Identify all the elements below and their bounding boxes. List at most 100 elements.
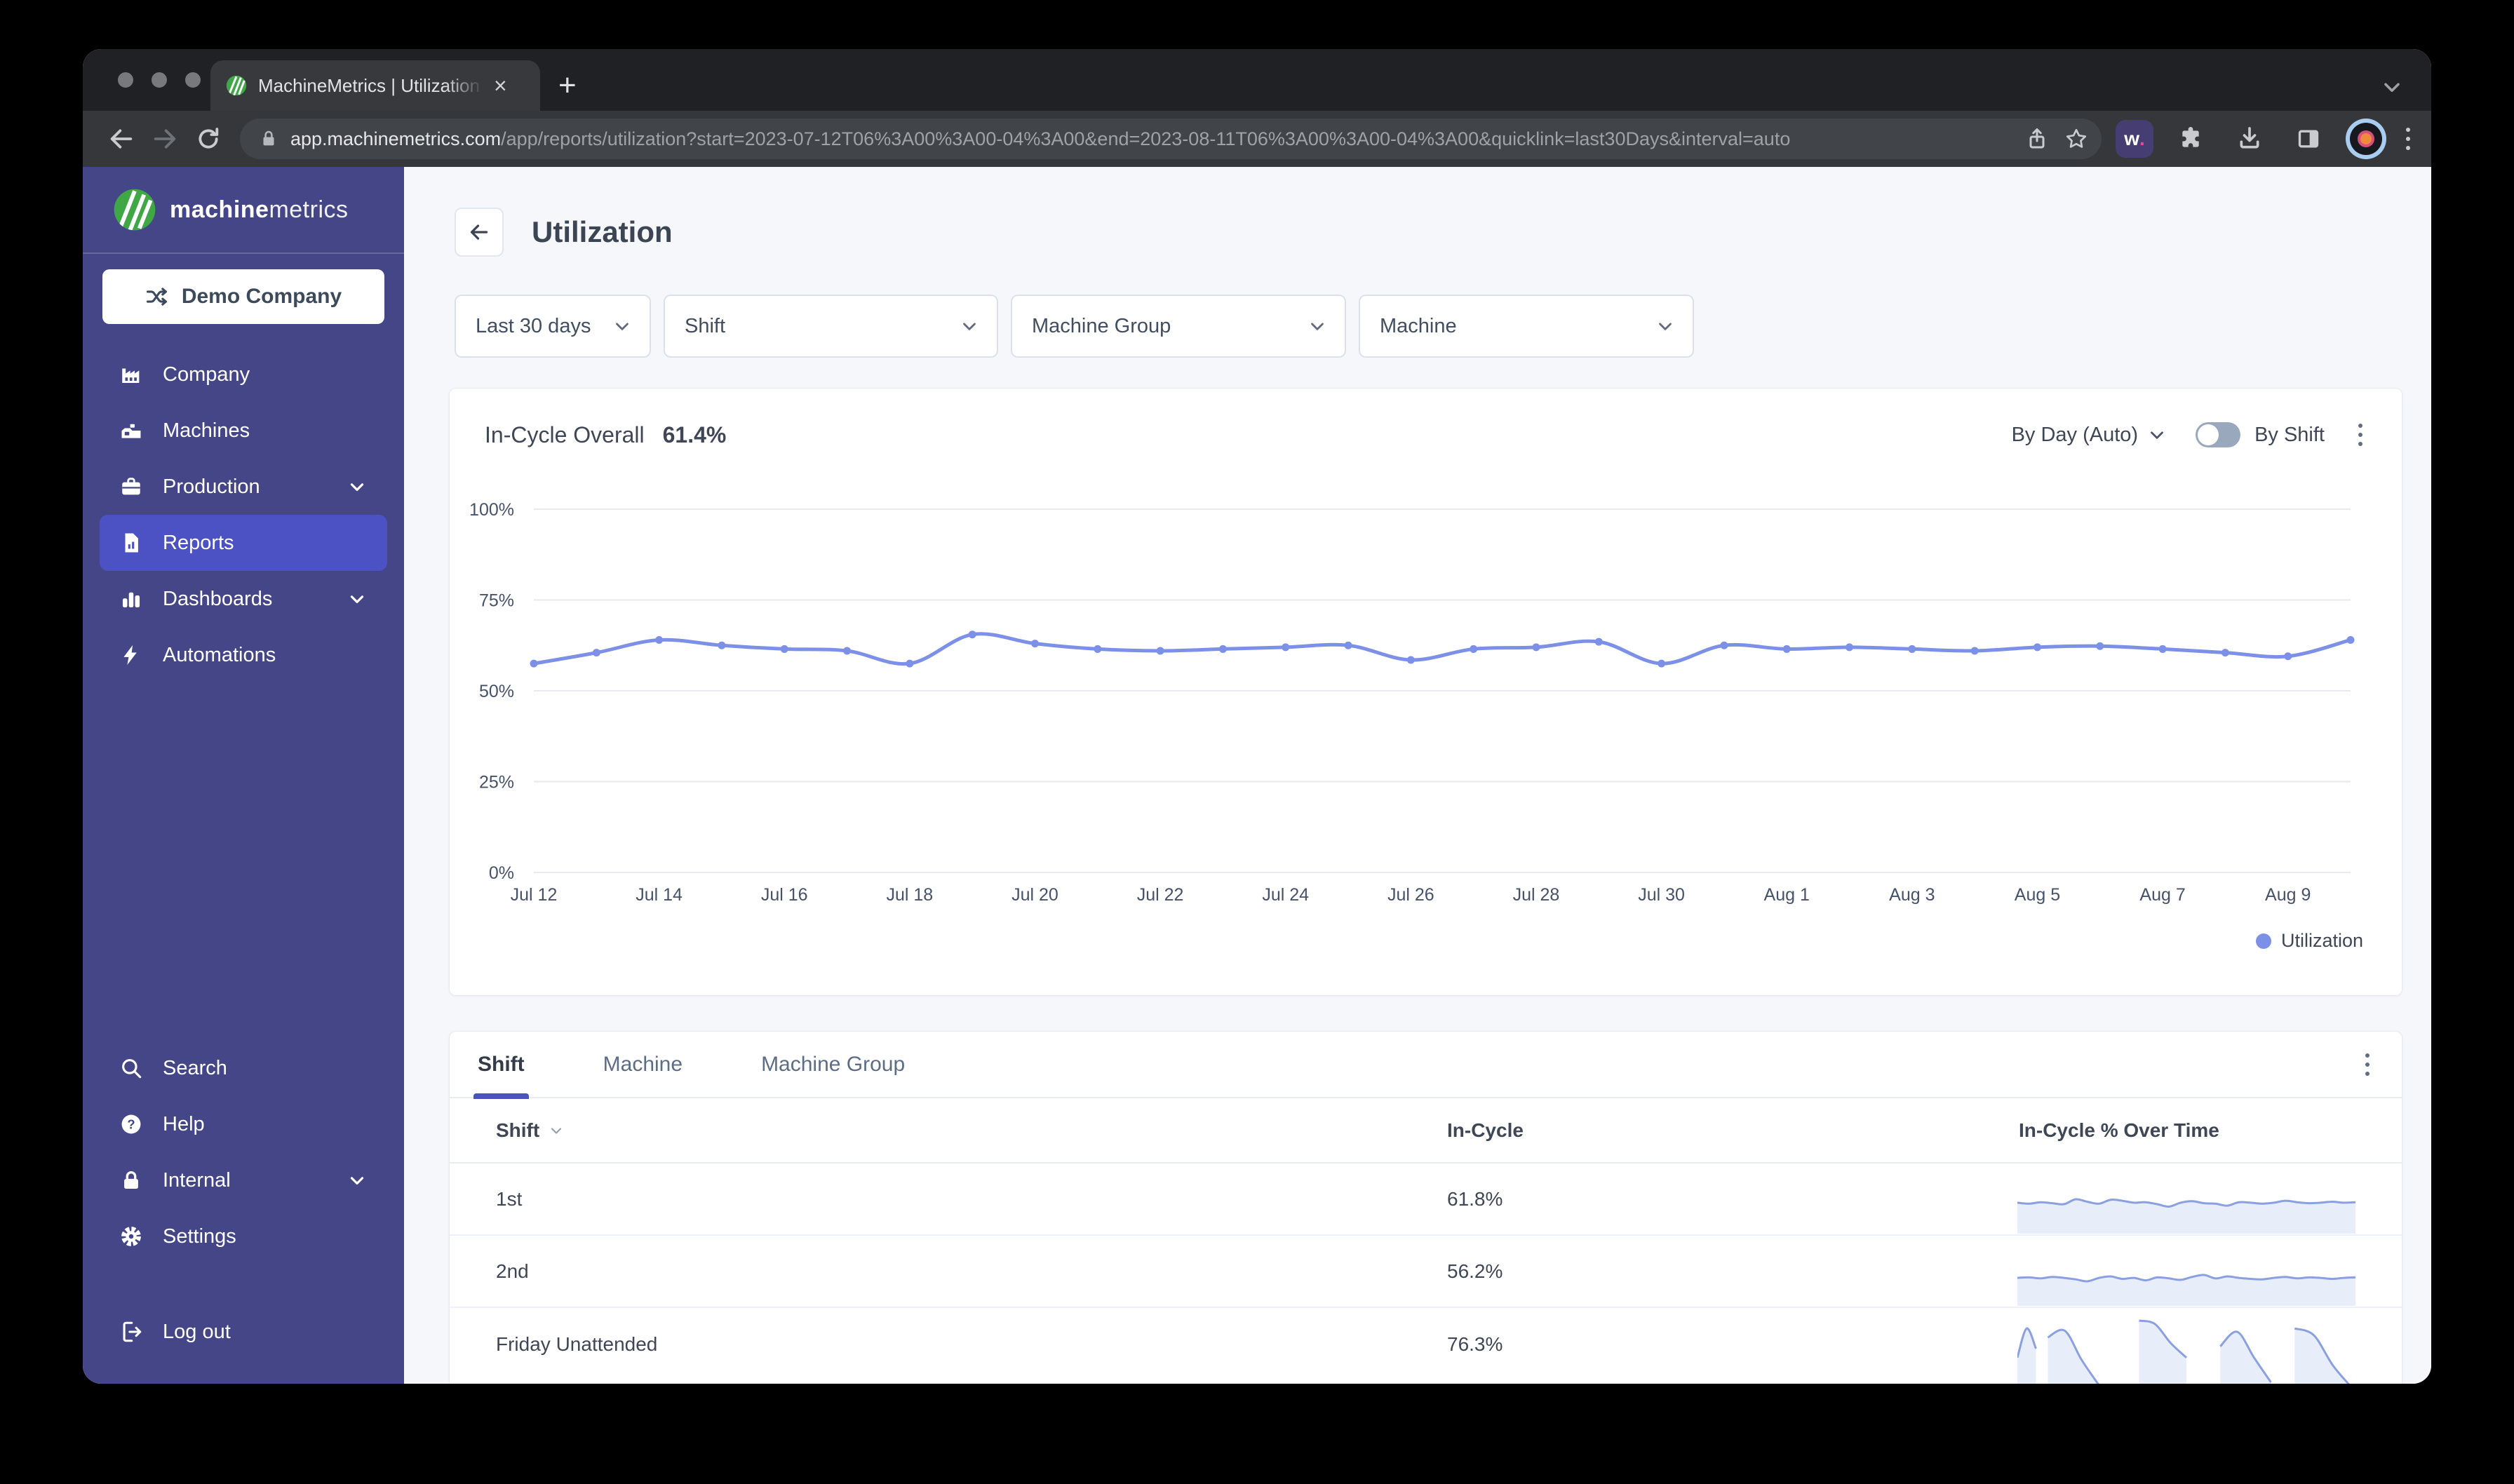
bookmark-star-button[interactable] xyxy=(2064,126,2089,151)
browser-menu-icon[interactable] xyxy=(2402,123,2414,154)
sidebar-item-help[interactable]: ? Help xyxy=(100,1096,387,1152)
shift-name: 1st xyxy=(496,1187,523,1210)
sidebar-item-label: Settings xyxy=(163,1225,236,1248)
table-row[interactable]: 2nd 56.2% xyxy=(450,1236,2402,1308)
table-header-row: Shift In-Cycle In-Cycle % Over Time xyxy=(450,1098,2402,1163)
tab-machine[interactable]: Machine xyxy=(603,1031,683,1098)
in-cycle-value: 56.2% xyxy=(1447,1260,1503,1282)
arrow-left-icon xyxy=(470,224,488,240)
interval-selector[interactable]: By Day (Auto) xyxy=(2012,424,2168,447)
tab-machine-group[interactable]: Machine Group xyxy=(761,1031,905,1098)
extensions-puzzle-icon[interactable] xyxy=(2169,117,2212,161)
back-button[interactable] xyxy=(100,117,143,161)
new-tab-button[interactable]: + xyxy=(558,70,577,101)
svg-text:Jul 18: Jul 18 xyxy=(887,885,934,905)
sidebar-item-label: Reports xyxy=(163,531,234,554)
w-extension-icon[interactable]: w. xyxy=(2116,120,2153,158)
sidebar-item-machines[interactable]: Machines xyxy=(100,403,387,459)
reload-button[interactable] xyxy=(187,117,230,161)
gear-icon xyxy=(121,1227,141,1246)
tab-shift[interactable]: Shift xyxy=(473,1031,529,1099)
browser-tab[interactable]: MachineMetrics | Utilization Re × xyxy=(210,60,540,111)
chevron-down-icon xyxy=(350,595,364,603)
sidebar-item-settings[interactable]: Settings xyxy=(100,1208,387,1264)
toolbar-extensions: w. xyxy=(2116,117,2414,161)
chart-title: In-Cycle Overall xyxy=(485,421,645,447)
chevron-down-icon xyxy=(350,1177,364,1185)
column-header-in-cycle-over-time[interactable]: In-Cycle % Over Time xyxy=(2019,1119,2219,1142)
column-header-in-cycle[interactable]: In-Cycle xyxy=(1447,1119,1524,1142)
column-header-shift[interactable]: Shift xyxy=(496,1119,565,1142)
table-row[interactable]: Friday Unattended 76.3% xyxy=(450,1308,2402,1384)
machinemetrics-logo-icon xyxy=(114,189,156,231)
svg-text:Aug 3: Aug 3 xyxy=(1889,885,1935,905)
sidebar-item-label: Log out xyxy=(163,1320,231,1343)
minimize-window-button[interactable] xyxy=(152,72,167,88)
sidebar-item-label: Help xyxy=(163,1112,205,1135)
chart-legend: Utilization xyxy=(2255,930,2363,952)
browser-toolbar: app.machinemetrics.com/app/reports/utili… xyxy=(83,111,2431,167)
chevron-down-icon xyxy=(2151,431,2163,439)
search-icon xyxy=(122,1059,142,1079)
share-button[interactable] xyxy=(2024,126,2050,151)
utilization-chart: 0% 25% 50% 75% 100% Jul 12 Jul 14 Jul 16 Jul 18 J… xyxy=(469,500,2355,905)
sidebar-item-logout[interactable]: Log out xyxy=(100,1304,387,1360)
sidebar-item-production[interactable]: Production xyxy=(100,459,387,515)
chevron-down-icon xyxy=(1311,323,1324,330)
close-tab-button[interactable]: × xyxy=(494,74,507,97)
svg-text:25%: 25% xyxy=(479,773,514,792)
zoom-window-button[interactable] xyxy=(185,72,201,88)
lock-icon xyxy=(124,1171,138,1189)
svg-text:Jul 20: Jul 20 xyxy=(1011,885,1058,905)
company-switcher-label: Demo Company xyxy=(181,285,342,308)
table-menu-icon[interactable] xyxy=(2361,1049,2374,1080)
shift-filter-dropdown[interactable]: Shift xyxy=(664,295,998,358)
sidebar-item-internal[interactable]: Internal xyxy=(100,1152,387,1208)
sidebar-divider xyxy=(83,252,404,254)
sidebar-item-dashboards[interactable]: Dashboards xyxy=(100,571,387,627)
sidebar-item-label: Search xyxy=(163,1056,227,1079)
table-row[interactable]: 1st 61.8% xyxy=(450,1163,2402,1236)
url-domain: app.machinemetrics.com xyxy=(290,128,502,149)
tab-search-chevron-icon[interactable] xyxy=(2379,74,2405,100)
svg-text:75%: 75% xyxy=(479,591,514,611)
sidebar: machinemetrics Demo Company Company Mach… xyxy=(83,167,404,1384)
breakdown-table-card: Shift Machine Machine Group Shift In-Cyc… xyxy=(449,1031,2402,1384)
sidebar-item-reports[interactable]: Reports xyxy=(100,515,387,571)
window-controls[interactable] xyxy=(118,72,201,88)
chevron-down-icon xyxy=(616,323,628,330)
sparkline-chart xyxy=(2017,1198,2355,1234)
browser-profile-avatar[interactable] xyxy=(2346,119,2386,159)
company-switcher-button[interactable]: Demo Company xyxy=(102,269,384,324)
machine-filter-dropdown[interactable]: Machine xyxy=(1359,295,1694,358)
lightning-bolt-icon xyxy=(123,645,137,666)
side-panel-icon[interactable] xyxy=(2287,117,2330,161)
svg-text:Jul 22: Jul 22 xyxy=(1137,885,1184,905)
svg-text:Jul 12: Jul 12 xyxy=(511,885,558,905)
svg-text:Jul 24: Jul 24 xyxy=(1262,885,1309,905)
svg-text:100%: 100% xyxy=(469,500,514,520)
date-range-dropdown[interactable]: Last 30 days xyxy=(455,295,651,358)
chart-menu-icon[interactable] xyxy=(2354,419,2367,450)
svg-text:50%: 50% xyxy=(479,682,514,701)
table-tabs: Shift Machine Machine Group xyxy=(450,1031,2402,1099)
sidebar-item-automations[interactable]: Automations xyxy=(100,627,387,683)
machine-group-filter-dropdown[interactable]: Machine Group xyxy=(1011,295,1346,358)
brand-text: machinemetrics xyxy=(170,196,349,223)
chevron-down-icon xyxy=(963,323,976,330)
production-box-icon xyxy=(122,478,140,495)
page-title: Utilization xyxy=(532,215,673,248)
main-content: Utilization Last 30 days Shift Machine G… xyxy=(404,167,2431,1384)
close-window-button[interactable] xyxy=(118,72,133,88)
page-back-button[interactable] xyxy=(455,208,504,257)
browser-tab-strip: MachineMetrics | Utilization Re × + xyxy=(83,49,2431,111)
address-bar[interactable]: app.machinemetrics.com/app/reports/utili… xyxy=(240,119,2102,159)
downloads-icon[interactable] xyxy=(2228,117,2271,161)
legend-utilization-dot xyxy=(2255,933,2271,949)
sidebar-item-company[interactable]: Company xyxy=(100,346,387,403)
forward-button[interactable] xyxy=(143,117,187,161)
by-shift-toggle[interactable] xyxy=(2196,422,2241,447)
sidebar-item-search[interactable]: Search xyxy=(100,1040,387,1096)
bar-chart-icon xyxy=(122,592,140,608)
shift-name: 2nd xyxy=(496,1260,529,1282)
